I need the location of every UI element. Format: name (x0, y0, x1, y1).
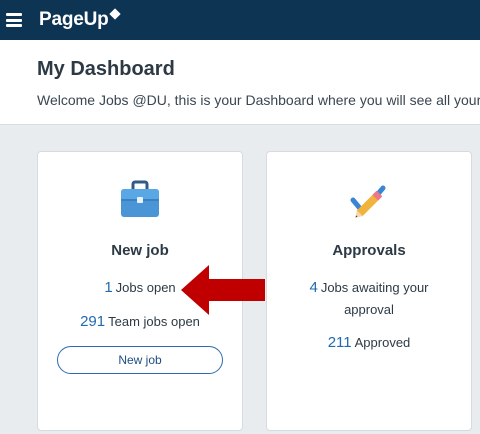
jobs-open-label: Jobs open (115, 280, 176, 295)
diamond-logo-icon (108, 8, 121, 20)
hamburger-menu-icon[interactable] (6, 13, 22, 27)
pencil-check-icon (350, 185, 386, 218)
team-jobs-count-link[interactable]: 291 (80, 313, 105, 330)
approved-label: Approved (354, 335, 411, 350)
new-job-button[interactable]: New job (57, 346, 223, 374)
briefcase-icon (121, 180, 159, 217)
pageup-logo[interactable]: PageUp (39, 8, 121, 31)
approved-count-link[interactable]: 211 (328, 334, 352, 351)
jobs-open-count-link[interactable]: 1 (104, 279, 112, 296)
awaiting-label-line2: approval (344, 302, 394, 317)
approved-stat: 211 Approved (267, 332, 471, 354)
awaiting-label-line1: Jobs awaiting your (320, 280, 429, 295)
approvals-card: Approvals 4 Jobs awaiting your approval 2… (266, 151, 472, 431)
page-title: My Dashboard (37, 58, 175, 80)
awaiting-approval-stat: 4 Jobs awaiting your (267, 277, 471, 299)
awaiting-count-link[interactable]: 4 (309, 279, 317, 296)
red-arrow-left-icon (181, 265, 265, 315)
welcome-message: Welcome Jobs @DU, this is your Dashboard… (37, 92, 480, 108)
top-navigation-bar: PageUp (0, 0, 480, 40)
team-jobs-label: Team jobs open (108, 314, 200, 329)
new-job-title: New job (111, 242, 169, 259)
dashboard-header: My Dashboard Welcome Jobs @DU, this is y… (0, 40, 480, 125)
approvals-title: Approvals (332, 242, 406, 259)
brand-name: PageUp (39, 9, 109, 30)
